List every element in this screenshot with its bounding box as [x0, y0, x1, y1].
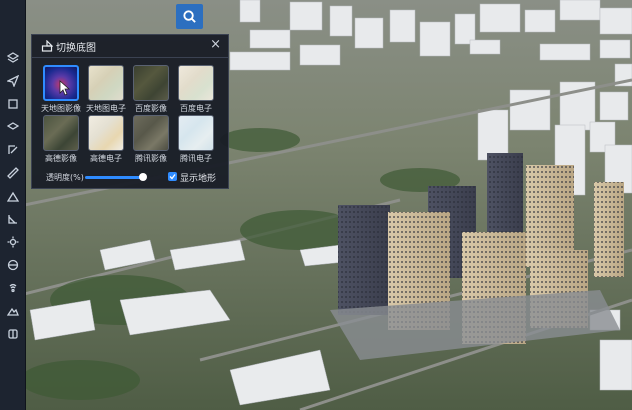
basemap-tile-baidu-image[interactable] — [133, 65, 169, 101]
globe-icon[interactable] — [3, 255, 22, 274]
basemap-tile-gaode-image[interactable] — [43, 115, 79, 151]
basemap-tile-gaode-vector[interactable] — [88, 115, 124, 151]
basemap-tile-tencent-vector[interactable] — [178, 115, 214, 151]
opacity-label: 透明度(%) — [46, 173, 84, 182]
chart-icon[interactable] — [3, 186, 22, 205]
panel-header: 切换底图 × — [32, 35, 228, 58]
opacity-slider-track[interactable] — [85, 176, 143, 179]
panel-title: 切换底图 — [56, 43, 96, 54]
settings-icon[interactable] — [3, 232, 22, 251]
cursor-hand-icon — [59, 80, 71, 96]
check-icon — [169, 174, 176, 180]
left-toolbar — [0, 0, 26, 410]
basemap-tile-tianditu-image[interactable] — [43, 65, 79, 101]
basemap-switch-panel: 切换底图 × 天地图影像 天地图电子 百度影像 百度电子 高德影像 高德电子 腾… — [31, 34, 229, 189]
basemap-label: 腾讯电子 — [180, 154, 212, 163]
basemap-label: 腾讯影像 — [135, 154, 167, 163]
basemap-label: 高德电子 — [90, 154, 122, 163]
mountain-icon[interactable] — [3, 301, 22, 320]
search-icon — [183, 10, 196, 23]
terrain-label: 显示地形 — [180, 174, 217, 184]
basemap-tile-baidu-vector[interactable] — [178, 65, 214, 101]
signal-icon[interactable] — [3, 278, 22, 297]
measure-icon[interactable] — [3, 209, 22, 228]
opacity-slider-handle[interactable] — [139, 173, 147, 181]
close-button[interactable]: × — [210, 37, 221, 52]
square-icon[interactable] — [3, 94, 22, 113]
basemap-icon — [41, 40, 53, 52]
basemap-label: 百度影像 — [135, 104, 167, 113]
basemap-label: 高德影像 — [45, 154, 77, 163]
edit-icon[interactable] — [3, 140, 22, 159]
basemap-tile-tianditu-vector[interactable] — [88, 65, 124, 101]
basemap-label: 百度电子 — [180, 104, 212, 113]
terrain-checkbox[interactable] — [168, 172, 177, 181]
basemap-label: 天地图电子 — [86, 104, 126, 113]
basemap-label: 天地图影像 — [41, 104, 81, 113]
ruler-icon[interactable] — [3, 163, 22, 182]
layers-icon[interactable] — [3, 48, 22, 67]
search-button[interactable] — [176, 4, 203, 29]
compare-icon[interactable] — [3, 324, 22, 343]
send-icon[interactable] — [3, 71, 22, 90]
stack-icon[interactable] — [3, 117, 22, 136]
basemap-tile-tencent-image[interactable] — [133, 115, 169, 151]
